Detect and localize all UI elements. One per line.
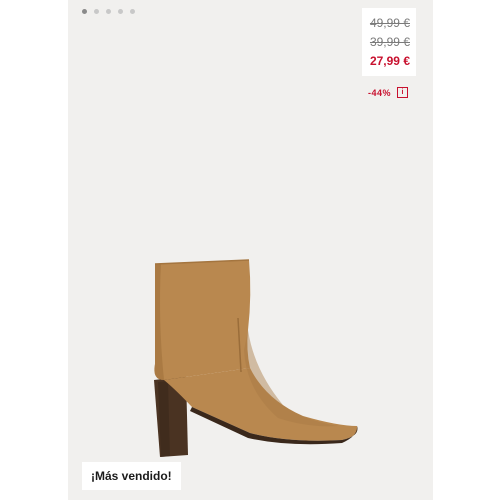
discount-row: -44% i [368, 87, 409, 98]
bestseller-badge: ¡Más vendido! [82, 462, 181, 490]
carousel-dot-1[interactable] [82, 9, 87, 14]
carousel-dot-4[interactable] [118, 9, 123, 14]
price-box: 49,99 € 39,99 € 27,99 € [362, 8, 416, 76]
current-price: 27,99 € [369, 54, 410, 68]
discount-percentage: -44% [368, 87, 392, 98]
product-card[interactable]: 49,99 € 39,99 € 27,99 € -44% i ¡Más vend… [68, 0, 433, 500]
original-price: 49,99 € [369, 16, 410, 30]
carousel-dot-5[interactable] [130, 9, 135, 14]
carousel-dots [82, 9, 135, 14]
ankle-boot-icon[interactable] [128, 250, 388, 460]
previous-price: 39,99 € [369, 35, 410, 49]
carousel-dot-2[interactable] [94, 9, 99, 14]
info-icon[interactable]: i [397, 87, 409, 98]
carousel-dot-3[interactable] [106, 9, 111, 14]
